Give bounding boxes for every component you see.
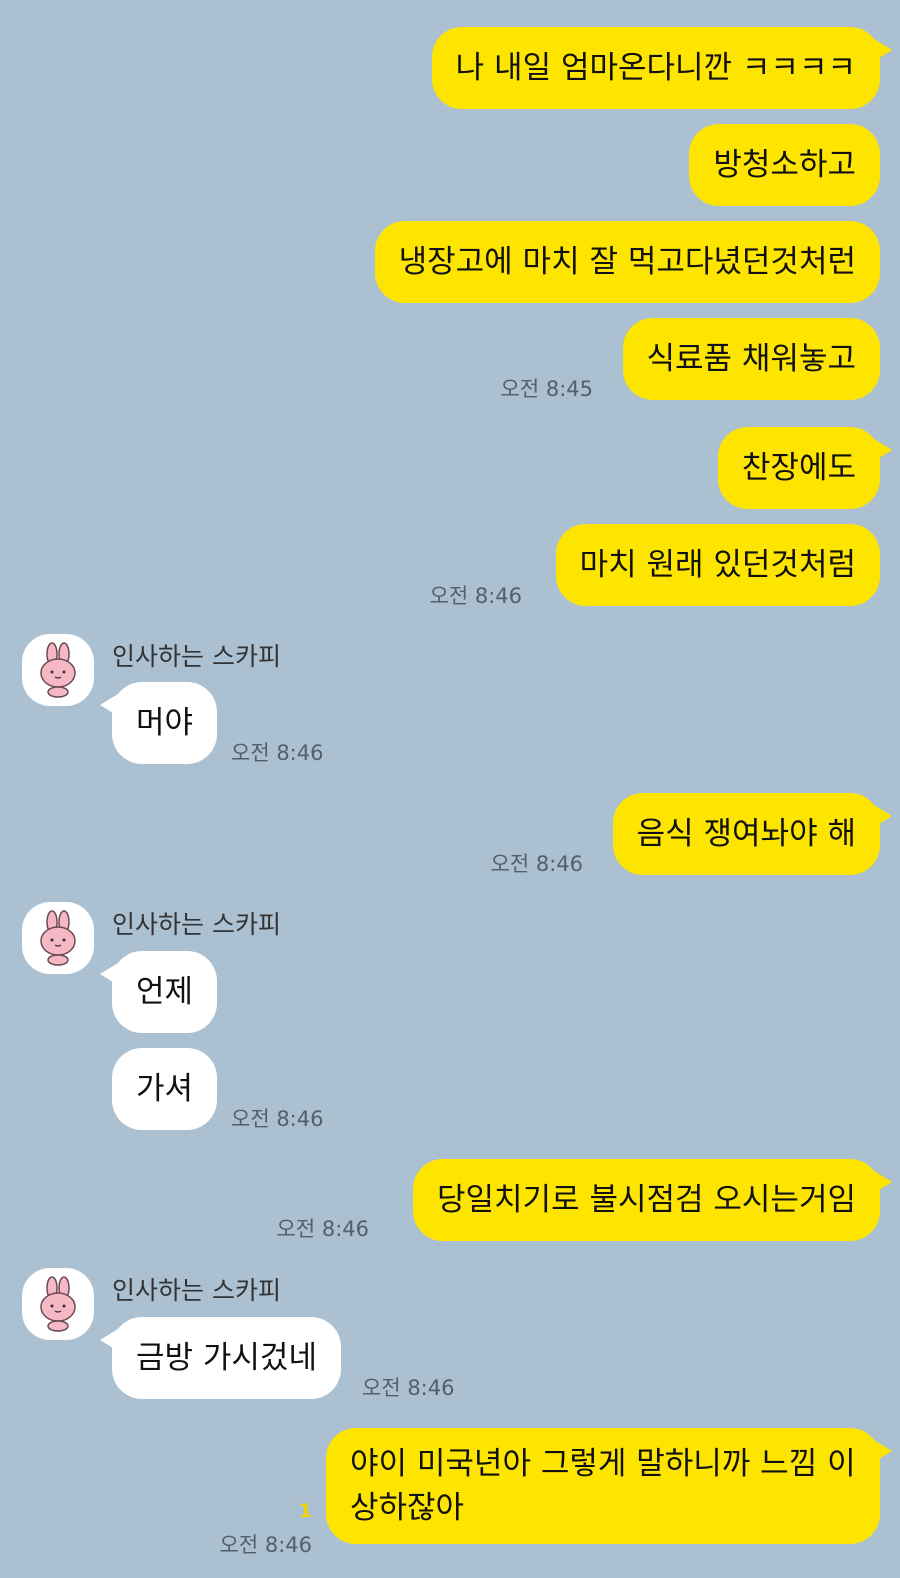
my-message-bubble[interactable]: 식료품 채워놓고: [622, 318, 880, 400]
sender-name: 인사하는 스카피: [112, 910, 281, 939]
message-time: 오전 8:46: [362, 1376, 455, 1400]
my-message-bubble[interactable]: 당일치기로 불시점검 오시는거임: [413, 1159, 892, 1241]
bunny-avatar-icon: [40, 642, 76, 698]
my-message-bubble[interactable]: 음식 쟁여놔야 해: [612, 793, 893, 875]
sender-name: 인사하는 스카피: [112, 642, 281, 671]
their-message-bubble[interactable]: 언제: [99, 951, 218, 1033]
unread-count: 1: [298, 1500, 312, 1522]
my-message-bubble[interactable]: 찬장에도: [717, 427, 893, 509]
contact-avatar[interactable]: [22, 1268, 94, 1340]
my-message-bubble[interactable]: 나 내일 엄마온다니깐 ㅋㅋㅋㅋ: [431, 27, 893, 109]
my-message-bubble[interactable]: 야이 미국년아 그렇게 말하니까 느낌 이상하잖아: [326, 1428, 892, 1544]
message-time: 오전 8:46: [219, 1533, 312, 1557]
sender-name: 인사하는 스카피: [112, 1276, 281, 1305]
message-time: 오전 8:46: [429, 584, 522, 608]
message-time: 오전 8:46: [276, 1217, 369, 1241]
my-message-bubble[interactable]: 냉장고에 마치 잘 먹고다녔던것처런: [374, 221, 880, 303]
message-time: 오전 8:45: [500, 377, 593, 401]
bunny-avatar-icon: [40, 1276, 76, 1332]
my-message-bubble[interactable]: 방청소하고: [689, 124, 880, 206]
message-time: 오전 8:46: [490, 852, 583, 876]
their-message-bubble[interactable]: 가셔: [112, 1048, 218, 1130]
message-time: 오전 8:46: [231, 741, 324, 765]
bunny-avatar-icon: [40, 910, 76, 966]
their-message-bubble[interactable]: 금방 가시겄네: [100, 1317, 341, 1399]
their-message-bubble[interactable]: 머야: [99, 682, 218, 764]
contact-avatar[interactable]: [22, 902, 94, 974]
my-message-bubble[interactable]: 마치 원래 있던것처럼: [555, 524, 880, 606]
message-time: 오전 8:46: [231, 1107, 324, 1131]
contact-avatar[interactable]: [22, 634, 94, 706]
